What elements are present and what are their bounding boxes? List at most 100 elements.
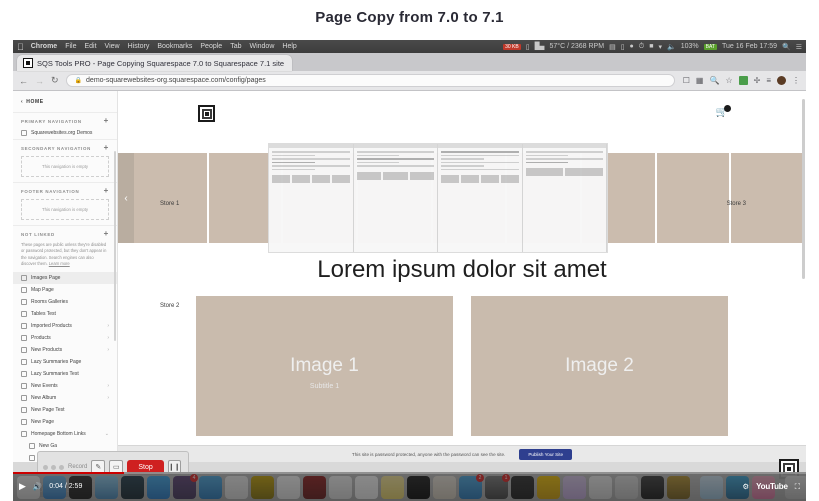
- star-icon[interactable]: ☆: [725, 76, 732, 85]
- page-list-item-new-events[interactable]: New Events ›: [13, 380, 117, 392]
- overflow-menu-icon[interactable]: ⋮: [792, 76, 800, 85]
- reload-icon[interactable]: ↻: [51, 75, 59, 86]
- section-title: PRIMARY NAVIGATION: [21, 118, 82, 124]
- menu-view[interactable]: View: [105, 43, 120, 50]
- page-list-item-new-album[interactable]: New Album ›: [13, 392, 117, 404]
- page-list-item-new-page[interactable]: New Page: [13, 416, 117, 428]
- squarespace-app: ‹ HOME PRIMARY NAVIGATION + Squarewebsit…: [13, 91, 806, 462]
- forward-icon[interactable]: →: [35, 76, 44, 86]
- gallery-tile[interactable]: [656, 153, 730, 243]
- battery-monitor-icon[interactable]: ▯: [621, 43, 625, 51]
- page-list-item-images-page[interactable]: Images Page: [13, 272, 117, 285]
- video-progress-bar[interactable]: [13, 472, 806, 474]
- extension-green-icon[interactable]: [738, 76, 748, 85]
- page-list-item-lazy-summaries-test[interactable]: Lazy Summaries Test: [13, 368, 117, 380]
- youtube-label[interactable]: YouTube: [756, 482, 788, 491]
- menubar-clock[interactable]: Tue 16 Feb 17:59: [722, 43, 777, 50]
- list-icon[interactable]: ≡: [766, 76, 771, 85]
- temperature-readout: 57°C / 2368 RPM: [549, 43, 605, 50]
- clock-icon[interactable]: ⏱: [639, 43, 644, 51]
- display-icon[interactable]: ▯: [526, 43, 530, 51]
- flag-icon[interactable]: ■: [649, 43, 653, 50]
- qr-icon[interactable]: ▦: [696, 76, 704, 85]
- page-list-item-imported-products[interactable]: Imported Products ›: [13, 320, 117, 332]
- favicon-icon: [23, 58, 33, 68]
- sidebar-scrollbar[interactable]: [114, 151, 116, 341]
- video-player-frame[interactable]:  Chrome File Edit View History Bookmark…: [13, 40, 806, 501]
- gallery-tile[interactable]: [134, 153, 207, 243]
- menu-file[interactable]: File: [65, 43, 76, 50]
- address-bar[interactable]: 🔒 demo-squarewebsites-org.squarespace.co…: [65, 74, 675, 87]
- page-list-item-new-products[interactable]: New Products ›: [13, 344, 117, 356]
- back-icon[interactable]: ←: [19, 76, 28, 86]
- publish-site-button[interactable]: Publish Your Site: [519, 448, 573, 460]
- image-card-1[interactable]: Image 1 Subtitle 1: [196, 296, 453, 436]
- learn-more-link[interactable]: Learn more: [49, 261, 70, 266]
- add-page-icon[interactable]: +: [104, 117, 109, 125]
- printer-icon[interactable]: ▤: [609, 43, 616, 51]
- menu-chrome[interactable]: Chrome: [31, 43, 57, 50]
- search-icon[interactable]: 🔍: [709, 76, 719, 85]
- page-list-item-products[interactable]: Products ›: [13, 332, 117, 344]
- preview-scrollbar[interactable]: [802, 99, 805, 279]
- gallery-prev-arrow[interactable]: ‹: [118, 153, 134, 243]
- page-label: Tables Test: [31, 311, 56, 318]
- page-list-item-rooms-galleries[interactable]: Rooms Galleries: [13, 296, 117, 308]
- add-page-icon[interactable]: +: [104, 230, 109, 238]
- video-time: 0:04 / 2:59: [49, 483, 83, 490]
- menu-tab[interactable]: Tab: [230, 43, 241, 50]
- volume-icon[interactable]: 🔈: [667, 43, 676, 51]
- chevron-icon: ›: [107, 335, 109, 342]
- chrome-tabstrip[interactable]: SQS Tools PRO - Page Copying Squarespace…: [13, 53, 806, 71]
- wifi-icon[interactable]: ▾: [658, 43, 662, 51]
- chevron-icon: ⌄: [104, 431, 109, 438]
- section-title: NOT LINKED: [21, 231, 55, 237]
- menu-bookmarks[interactable]: Bookmarks: [157, 43, 192, 50]
- puzzle-icon[interactable]: ✢: [754, 76, 761, 85]
- sidebar-home-link[interactable]: ‹ HOME: [13, 96, 117, 112]
- menu-help[interactable]: Help: [282, 43, 296, 50]
- video-control-bar[interactable]: ▶ 🔊 0:04 / 2:59 ⚙ YouTube ⛶: [13, 472, 806, 501]
- page-list-item-new-page-test[interactable]: New Page Test: [13, 404, 117, 416]
- image-card-2[interactable]: Image 2: [471, 296, 728, 436]
- page-icon: [21, 407, 27, 414]
- gallery-tile[interactable]: [731, 153, 805, 243]
- site-preview[interactable]: 🛒 ‹ Lorem ipsum dolor sit amet Store 2 S…: [118, 91, 806, 462]
- menu-window[interactable]: Window: [249, 43, 274, 50]
- gear-icon[interactable]: ⚙: [742, 482, 749, 491]
- add-page-icon[interactable]: +: [104, 187, 109, 195]
- overlay-screenshot-stack: [268, 143, 608, 253]
- chrome-toolbar[interactable]: ← → ↻ 🔒 demo-squarewebsites-org.squaresp…: [13, 71, 806, 91]
- page-list-item-homepage-bottom-links[interactable]: Homepage Bottom Links ⌄: [13, 428, 117, 440]
- add-page-icon[interactable]: +: [104, 144, 109, 152]
- apple-logo-icon[interactable]: : [17, 42, 24, 52]
- page-title: Page Copy from 7.0 to 7.1: [315, 9, 504, 26]
- volume-button[interactable]: 🔊: [33, 482, 42, 491]
- cast-icon[interactable]: ☐: [683, 76, 690, 85]
- control-center-icon[interactable]: ☰: [796, 43, 802, 51]
- sidebar-item-demos[interactable]: Squarewebsites.org Demos: [13, 127, 117, 139]
- mini-window: [353, 144, 438, 252]
- page-label: Rooms Galleries: [31, 299, 68, 306]
- tab-title: SQS Tools PRO - Page Copying Squarespace…: [37, 58, 285, 68]
- battery-percent: 103%: [680, 43, 699, 50]
- page-list-item-lazy-summaries-page[interactable]: Lazy Summaries Page: [13, 356, 117, 368]
- play-button[interactable]: ▶: [19, 481, 26, 492]
- window-controls[interactable]: [43, 464, 64, 470]
- page-list-item-map-page[interactable]: Map Page: [13, 284, 117, 296]
- toolbar-icon-group[interactable]: ☐ ▦ 🔍 ☆ ✢ ≡ ⋮: [683, 76, 800, 85]
- search-icon[interactable]: 🔍: [782, 43, 791, 51]
- signal-icon[interactable]: █▄: [535, 43, 545, 50]
- page-list-item-tables-test[interactable]: Tables Test: [13, 308, 117, 320]
- menu-people[interactable]: People: [200, 43, 222, 50]
- page-icon: [21, 287, 27, 294]
- browser-tab[interactable]: SQS Tools PRO - Page Copying Squarespace…: [17, 55, 293, 71]
- dropbox-icon[interactable]: ●: [630, 43, 634, 50]
- pages-sidebar[interactable]: ‹ HOME PRIMARY NAVIGATION + Squarewebsit…: [13, 91, 118, 462]
- shopping-cart-icon[interactable]: 🛒: [716, 105, 731, 118]
- menu-history[interactable]: History: [128, 43, 150, 50]
- fullscreen-icon[interactable]: ⛶: [795, 482, 800, 492]
- site-logo-icon[interactable]: [198, 105, 215, 122]
- menu-edit[interactable]: Edit: [84, 43, 96, 50]
- profile-avatar[interactable]: [777, 76, 786, 85]
